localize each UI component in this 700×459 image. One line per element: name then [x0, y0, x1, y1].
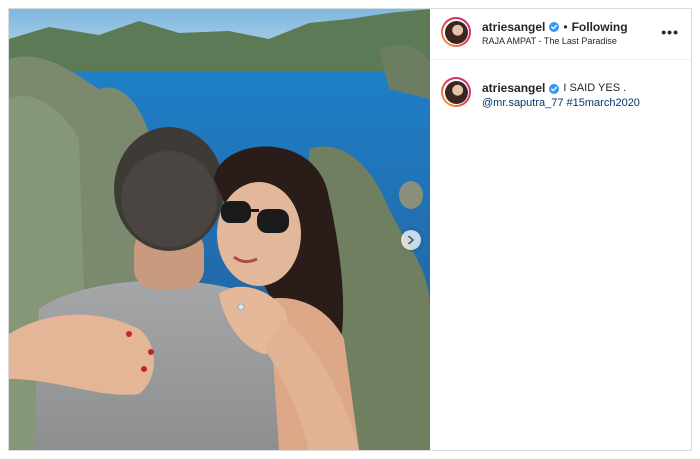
verified-badge-icon	[549, 22, 560, 32]
next-photo-button[interactable]	[401, 230, 421, 250]
location-link[interactable]: RAJA AMPAT - The Last Paradise	[482, 36, 617, 46]
separator-dot: •	[563, 20, 568, 34]
caption-tags[interactable]: @mr.saputra_77 #15march2020	[482, 97, 640, 109]
caption-author-avatar[interactable]	[441, 77, 471, 107]
author-username[interactable]: atriesangel	[482, 20, 545, 34]
post-caption: atriesangel I SAID YES . @mr.saputra_77 …	[482, 81, 682, 111]
author-avatar[interactable]	[441, 17, 471, 47]
author-line: atriesangel • Following	[482, 20, 628, 34]
post-header: atriesangel • Following RAJA AMPAT - The…	[430, 9, 691, 60]
caption-text: I SAID YES .	[563, 82, 627, 94]
post-sidebar: atriesangel • Following RAJA AMPAT - The…	[430, 9, 691, 450]
chevron-right-icon	[408, 235, 414, 245]
post-photo[interactable]	[9, 9, 430, 450]
caption-username[interactable]: atriesangel	[482, 81, 545, 96]
verified-badge-icon	[549, 83, 560, 94]
more-options-icon[interactable]: •••	[661, 24, 679, 40]
following-button[interactable]: Following	[572, 20, 628, 34]
